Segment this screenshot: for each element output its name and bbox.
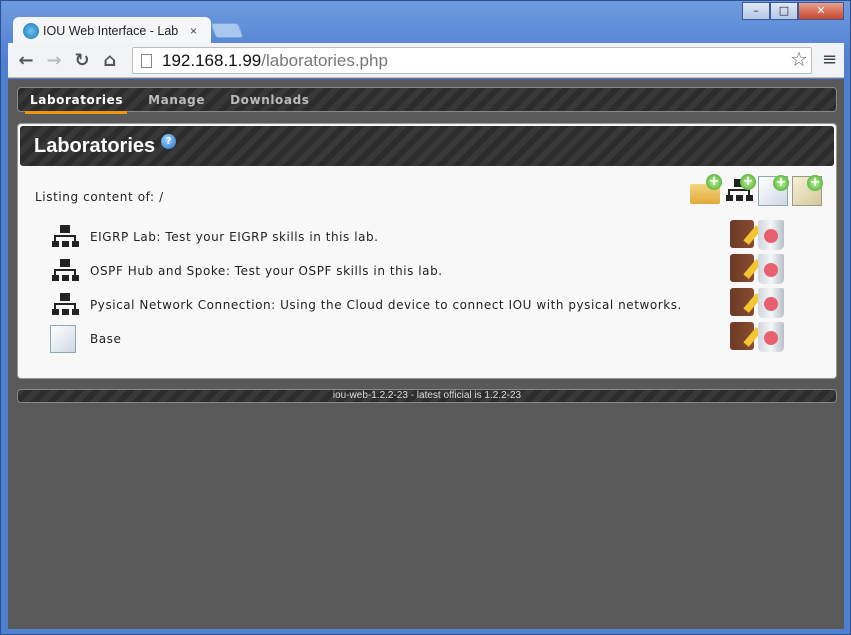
lab-icon bbox=[50, 290, 80, 320]
document-icon bbox=[50, 325, 76, 353]
url-host: 192.168.1.99 bbox=[162, 50, 262, 70]
back-icon[interactable]: ← bbox=[12, 50, 40, 71]
address-bar[interactable]: 192.168.1.99/laboratories.php bbox=[132, 47, 812, 74]
page-content: Laboratories Manage Downloads Laboratori… bbox=[8, 79, 844, 629]
menu-icon[interactable]: ≡ bbox=[822, 49, 837, 70]
delete-icon[interactable] bbox=[758, 254, 784, 284]
page-title: Laboratories bbox=[34, 134, 156, 157]
lab-icon bbox=[50, 222, 80, 252]
browser-window: – □ ✕ IOU Web Interface - Lab × ← → ↻ ⌂ … bbox=[0, 0, 851, 635]
reload-icon[interactable]: ↻ bbox=[68, 50, 96, 71]
listing-path: Listing content of: / bbox=[35, 190, 164, 204]
panel-header: Laboratories ? bbox=[20, 126, 834, 166]
panel-actions: + + + + bbox=[690, 174, 823, 206]
browser-toolbar: ← → ↻ ⌂ 192.168.1.99/laboratories.php ☆ … bbox=[8, 43, 844, 78]
nav-laboratories[interactable]: Laboratories bbox=[24, 93, 128, 114]
lab-link[interactable]: OSPF Hub and Spoke: Test your OSPF skill… bbox=[90, 264, 443, 278]
router-favicon-icon bbox=[23, 22, 39, 39]
edit-icon[interactable] bbox=[730, 220, 754, 248]
lab-icon bbox=[50, 256, 80, 286]
page-icon bbox=[141, 53, 152, 68]
list-item: OSPF Hub and Spoke: Test your OSPF skill… bbox=[50, 254, 784, 288]
nav-manage[interactable]: Manage bbox=[148, 93, 205, 107]
delete-icon[interactable] bbox=[758, 220, 784, 250]
list-item: Pysical Network Connection: Using the Cl… bbox=[50, 288, 784, 322]
minimize-button[interactable]: – bbox=[742, 2, 770, 20]
tab-title: IOU Web Interface - Lab bbox=[43, 23, 179, 38]
main-nav: Laboratories Manage Downloads bbox=[17, 87, 837, 114]
version-footer: iou-web-1.2.2-23 - latest official is 1.… bbox=[17, 389, 837, 403]
edit-icon[interactable] bbox=[730, 322, 754, 350]
help-icon[interactable]: ? bbox=[161, 133, 177, 149]
home-icon[interactable]: ⌂ bbox=[96, 50, 124, 71]
add-lab-icon[interactable]: + bbox=[724, 174, 756, 206]
import-icon[interactable]: + bbox=[792, 175, 823, 206]
list-item: Base bbox=[50, 322, 784, 356]
lab-link[interactable]: EIGRP Lab: Test your EIGRP skills in thi… bbox=[90, 230, 379, 244]
nav-downloads[interactable]: Downloads bbox=[230, 93, 309, 107]
browser-tab[interactable]: IOU Web Interface - Lab × bbox=[13, 17, 211, 44]
lab-list: EIGRP Lab: Test your EIGRP skills in thi… bbox=[50, 220, 784, 356]
url-path: /laboratories.php bbox=[261, 50, 388, 70]
add-document-icon[interactable]: + bbox=[758, 175, 789, 206]
new-tab-button[interactable] bbox=[210, 23, 244, 38]
delete-icon[interactable] bbox=[758, 322, 784, 352]
lab-link[interactable]: Pysical Network Connection: Using the Cl… bbox=[90, 298, 682, 312]
close-window-button[interactable]: ✕ bbox=[798, 2, 844, 20]
add-folder-icon[interactable]: + bbox=[690, 174, 722, 206]
laboratories-panel: Laboratories ? Listing content of: / + +… bbox=[17, 123, 837, 379]
forward-icon[interactable]: → bbox=[40, 50, 68, 71]
bookmark-star-icon[interactable]: ☆ bbox=[790, 47, 808, 71]
document-link[interactable]: Base bbox=[90, 332, 121, 346]
edit-icon[interactable] bbox=[730, 288, 754, 316]
maximize-button[interactable]: □ bbox=[770, 2, 798, 20]
tab-close-icon[interactable]: × bbox=[190, 24, 197, 38]
delete-icon[interactable] bbox=[758, 288, 784, 318]
edit-icon[interactable] bbox=[730, 254, 754, 282]
list-item: EIGRP Lab: Test your EIGRP skills in thi… bbox=[50, 220, 784, 254]
